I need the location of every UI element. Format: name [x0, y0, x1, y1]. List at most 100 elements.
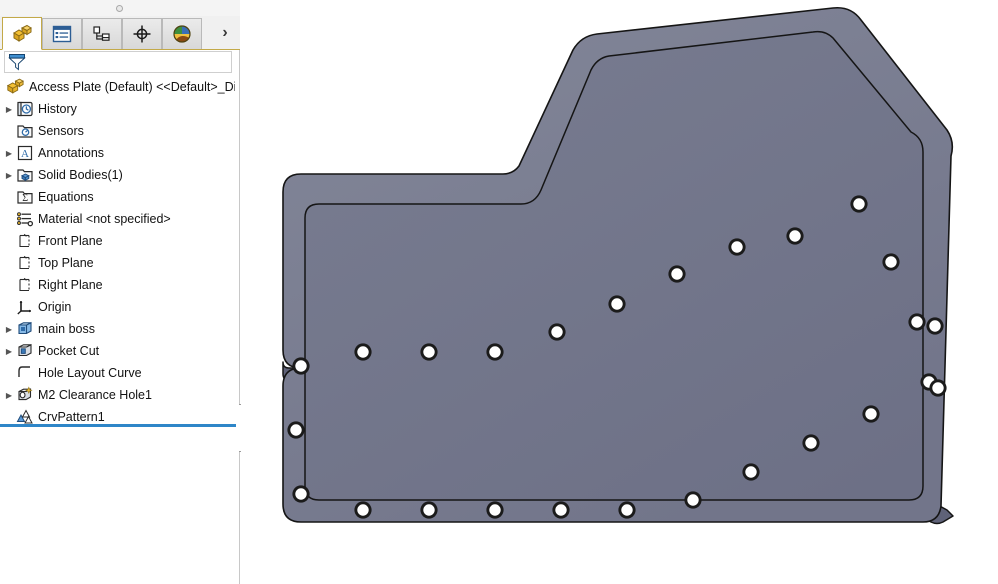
- property-list-icon: [52, 25, 72, 43]
- bolt-hole: [292, 357, 310, 375]
- tree-item-label: Annotations: [38, 146, 105, 160]
- solid-bodies-icon: [16, 166, 34, 184]
- tree-item-label: main boss: [38, 322, 95, 336]
- plane-icon: [16, 276, 34, 294]
- tree-item-label: Equations: [38, 190, 94, 204]
- svg-text:Σ: Σ: [22, 193, 28, 204]
- tree-item-history[interactable]: ▶ History: [0, 98, 239, 120]
- feature-manager-tabstrip: ›: [0, 16, 240, 50]
- part-icon: [6, 78, 24, 94]
- tree-item-front-plane[interactable]: ▶ Front Plane: [0, 230, 239, 252]
- tree-item-pocket-cut[interactable]: ▶ Pocket Cut: [0, 340, 239, 362]
- rollback-bar[interactable]: [0, 424, 236, 427]
- filter-funnel-icon: [8, 54, 26, 71]
- tree-item-label: CrvPattern1: [38, 410, 105, 424]
- bolt-hole: [908, 313, 926, 331]
- more-tabs-button[interactable]: ›: [212, 20, 238, 46]
- tree-item-label: History: [38, 102, 77, 116]
- tab-display-manager[interactable]: [162, 18, 202, 49]
- tree-item-top-plane[interactable]: ▶ Top Plane: [0, 252, 239, 274]
- tree-item-main-boss[interactable]: ▶ main boss: [0, 318, 239, 340]
- annotations-icon: A: [16, 144, 34, 162]
- tree-root-label: Access Plate (Default) <<Default>_Displa: [29, 80, 235, 94]
- access-plate-model[interactable]: [241, 0, 998, 584]
- chevron-right-icon[interactable]: ▶: [2, 340, 16, 362]
- yellow-blocks-icon: [13, 24, 32, 42]
- chevron-right-icon[interactable]: ▶: [2, 98, 16, 120]
- tree-item-sensors[interactable]: ▶ Sensors: [0, 120, 239, 142]
- bolt-hole: [929, 379, 947, 397]
- history-icon: [16, 100, 34, 118]
- cut-extrude-icon: [16, 342, 34, 360]
- feature-tree[interactable]: Access Plate (Default) <<Default>_Displa…: [0, 76, 239, 584]
- tab-configuration-manager[interactable]: [82, 18, 122, 49]
- bolt-hole: [926, 317, 944, 335]
- bolt-hole: [420, 343, 438, 361]
- equations-icon: Σ: [16, 188, 34, 206]
- tree-item-m2-clearance-hole[interactable]: ▶ M2 Clearance Hole1: [0, 384, 239, 406]
- color-sphere-icon: [173, 25, 191, 43]
- chevron-right-icon[interactable]: ▶: [2, 164, 16, 186]
- tab-dimxpert-manager[interactable]: [122, 18, 162, 49]
- bolt-hole: [684, 491, 702, 509]
- tab-feature-manager-design-tree[interactable]: [2, 17, 42, 50]
- tab-property-manager[interactable]: [42, 18, 82, 49]
- hole-wizard-icon: [16, 386, 34, 404]
- bolt-hole: [608, 295, 626, 313]
- tree-item-label: Top Plane: [38, 256, 94, 270]
- bolt-hole: [668, 265, 686, 283]
- bolt-hole: [850, 195, 868, 213]
- tree-item-solid-bodies[interactable]: ▶ Solid Bodies(1): [0, 164, 239, 186]
- bolt-hole: [802, 434, 820, 452]
- bolt-hole: [486, 343, 504, 361]
- plate-pocket-face: [304, 30, 924, 501]
- bolt-hole: [862, 405, 880, 423]
- panel-top-splitter[interactable]: [0, 0, 240, 17]
- bolt-hole: [420, 501, 438, 519]
- tree-item-label: Right Plane: [38, 278, 103, 292]
- chevron-right-icon[interactable]: ▶: [2, 384, 16, 406]
- tree-item-hole-layout-curve[interactable]: ▶ Hole Layout Curve: [0, 362, 239, 384]
- tree-item-annotations[interactable]: ▶ A Annotations: [0, 142, 239, 164]
- sensors-icon: [16, 122, 34, 140]
- tree-item-right-plane[interactable]: ▶ Right Plane: [0, 274, 239, 296]
- chevron-right-icon[interactable]: ▶: [2, 318, 16, 340]
- bolt-hole: [287, 421, 305, 439]
- svg-text:A: A: [21, 148, 29, 160]
- chevron-right-icon[interactable]: ▶: [2, 142, 16, 164]
- bolt-hole: [354, 343, 372, 361]
- tree-item-origin[interactable]: ▶ Origin: [0, 296, 239, 318]
- tree-root-item[interactable]: Access Plate (Default) <<Default>_Displa: [0, 76, 239, 98]
- tree-item-label: Material <not specified>: [38, 212, 171, 226]
- solidworks-window: › Access Plate (Default) <<Default>_D ▶ …: [0, 0, 998, 584]
- configuration-icon: [93, 26, 110, 41]
- bolt-hole: [786, 227, 804, 245]
- crosshair-target-icon: [133, 25, 151, 43]
- tree-item-equations[interactable]: ▶ Σ Equations: [0, 186, 239, 208]
- tree-item-material[interactable]: ▶ Material <not specified>: [0, 208, 239, 230]
- boss-extrude-icon: [16, 320, 34, 338]
- bolt-hole: [548, 323, 566, 341]
- tree-filter-row[interactable]: [4, 51, 232, 73]
- tree-item-label: Sensors: [38, 124, 84, 138]
- bolt-hole: [882, 253, 900, 271]
- origin-icon: [16, 298, 34, 316]
- feature-manager-panel: › Access Plate (Default) <<Default>_D ▶ …: [0, 0, 240, 584]
- tree-item-label: M2 Clearance Hole1: [38, 388, 152, 402]
- graphics-area[interactable]: [241, 0, 998, 584]
- bolt-hole: [742, 463, 760, 481]
- plane-icon: [16, 254, 34, 272]
- tree-item-label: Solid Bodies(1): [38, 168, 123, 182]
- sketch-curve-icon: [16, 364, 34, 382]
- plane-icon: [16, 232, 34, 250]
- tree-item-label: Pocket Cut: [38, 344, 100, 358]
- bolt-hole: [728, 238, 746, 256]
- bolt-hole: [354, 501, 372, 519]
- tree-item-label: Hole Layout Curve: [38, 366, 142, 380]
- tree-item-label: Origin: [38, 300, 72, 314]
- bolt-hole: [552, 501, 570, 519]
- bolt-hole: [486, 501, 504, 519]
- material-icon: [16, 210, 34, 228]
- bolt-hole: [618, 501, 636, 519]
- splitter-grab-dot[interactable]: [116, 5, 123, 12]
